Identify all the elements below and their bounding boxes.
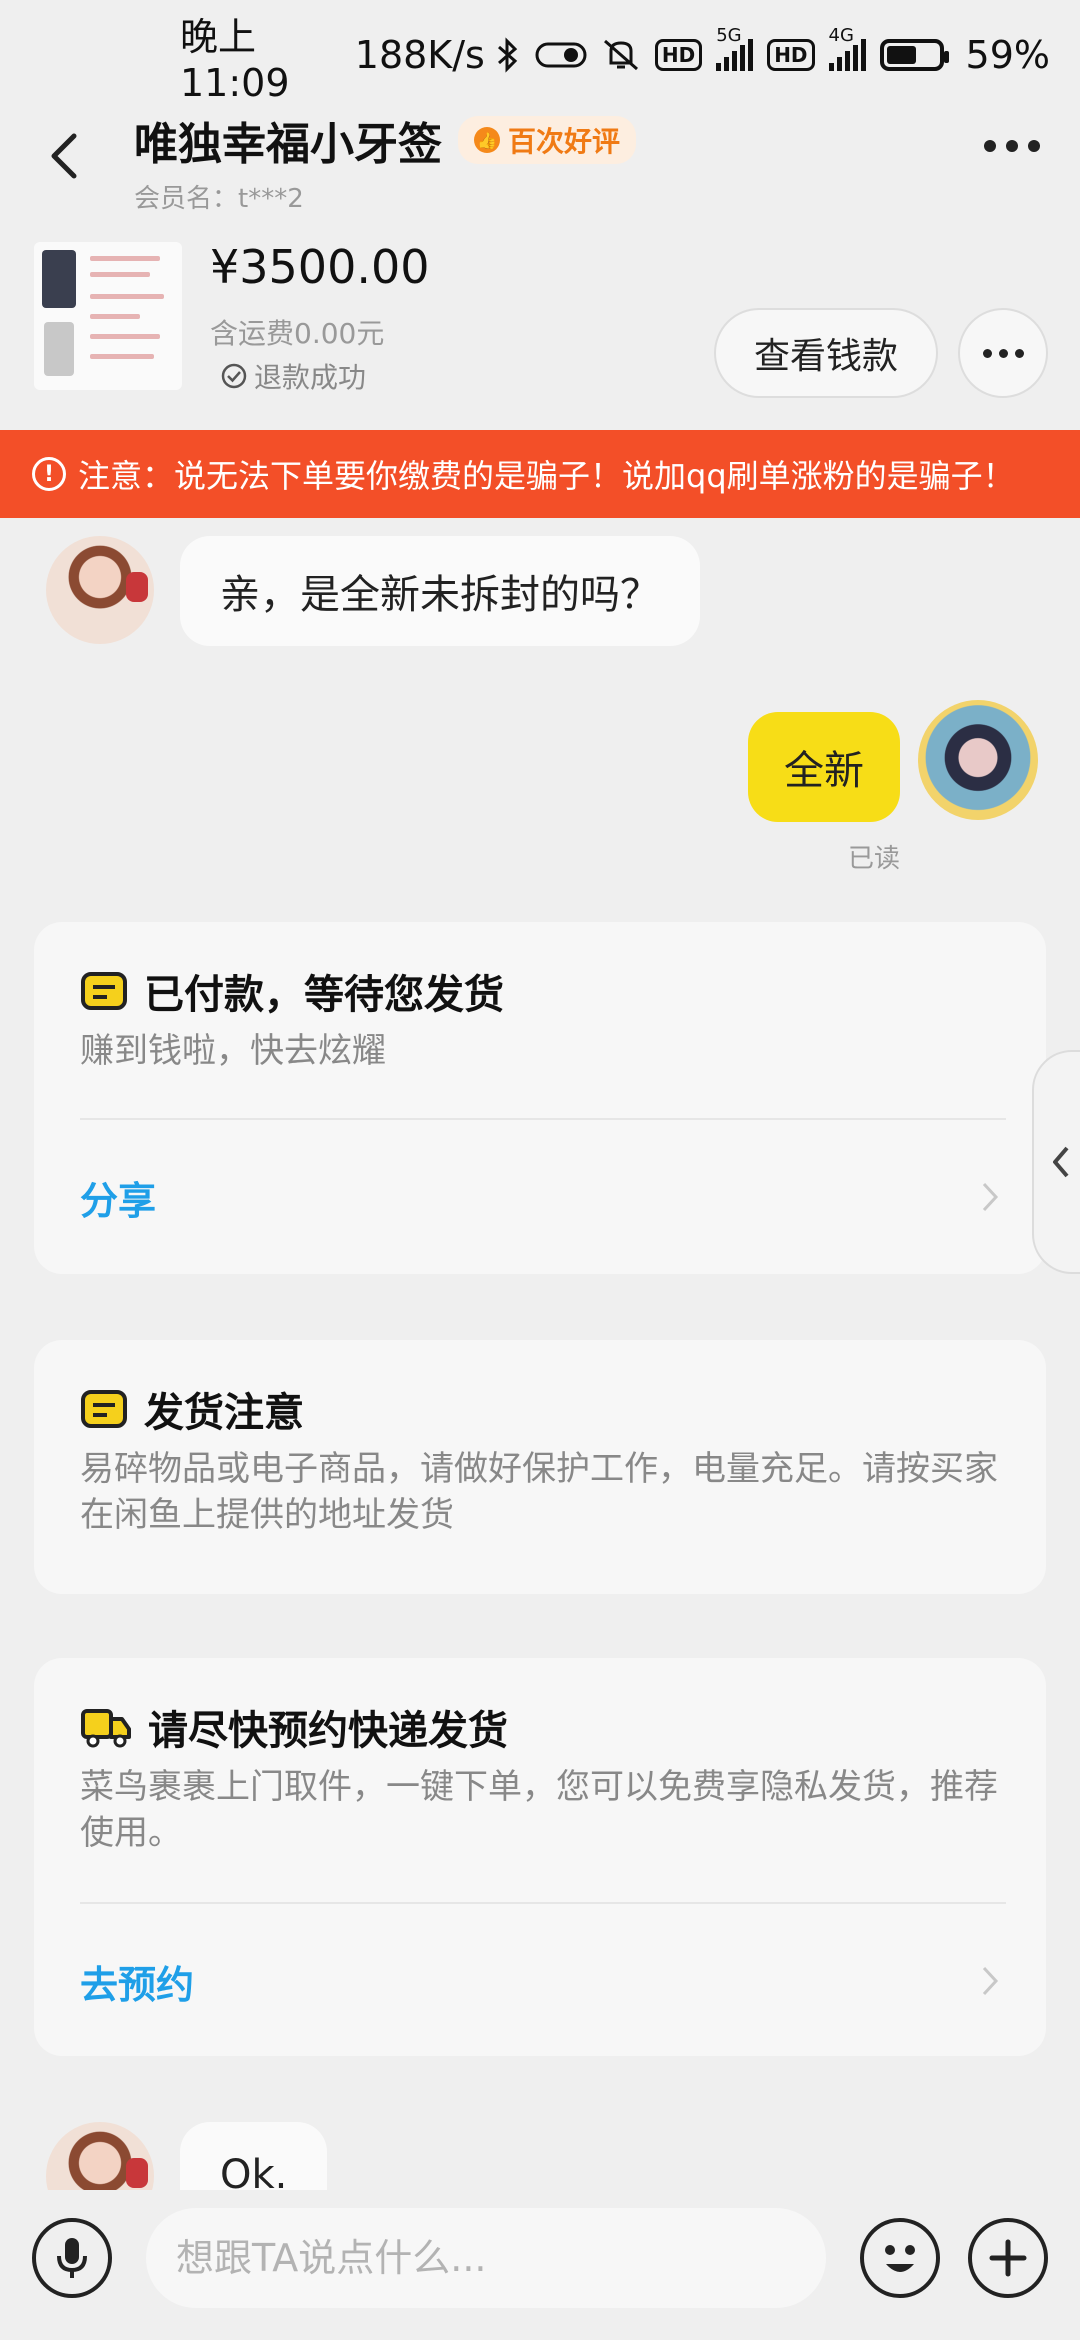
warning-text: 注意：说无法下单要你缴费的是骗子！说加qq刷单涨粉的是骗子！	[78, 457, 1015, 495]
toggle-icon	[535, 42, 587, 68]
card-book-courier: 请尽快预约快递发货 菜鸟裹裹上门取件，一键下单，您可以免费享隐私发货，推荐使用。…	[34, 1658, 1046, 2056]
card-title: 已付款，等待您发货	[144, 972, 504, 1018]
message-text: 亲，是全新未拆封的吗？	[220, 572, 660, 618]
dot-icon	[998, 348, 1008, 358]
fraud-warning-banner: ! 注意：说无法下单要你缴费的是骗子！说加qq刷单涨粉的是骗子！	[0, 430, 1080, 518]
card-desc: 易碎物品或电子商品，请做好保护工作，电量充足。请按买家在闲鱼上提供的地址发货	[80, 1449, 998, 1535]
plus-icon	[989, 2239, 1027, 2277]
refund-status-label: 退款成功	[254, 361, 367, 394]
card-desc: 菜鸟裹裹上门取件，一键下单，您可以免费享隐私发货，推荐使用。	[80, 1767, 998, 1853]
read-status: 已读	[848, 844, 901, 874]
message-text: 全新	[784, 748, 864, 794]
card-paid-awaiting-shipment: 已付款，等待您发货 赚到钱啦，快去炫耀 分享	[34, 922, 1046, 1274]
signal-4g-label: 4G	[828, 25, 854, 46]
avatar[interactable]	[46, 536, 154, 644]
status-net-speed: 188K/s	[354, 33, 485, 77]
microphone-icon	[57, 2238, 87, 2278]
truck-icon	[81, 1709, 131, 1748]
mute-icon	[603, 39, 638, 71]
chevron-left-icon	[51, 133, 77, 179]
refund-status: 退款成功	[220, 356, 366, 396]
status-icons: HD 5G HD 4G 59%	[495, 25, 1050, 77]
title-block: 唯独幸福小牙签 👍 百次好评 会员名：t***2	[134, 108, 637, 215]
message-bubble-received[interactable]: 亲，是全新未拆封的吗？	[180, 536, 700, 646]
back-button[interactable]	[36, 120, 96, 190]
dot-icon	[1014, 348, 1024, 358]
status-bar: 晚上11:09 188K/s HD 5G HD 4G 59%	[0, 0, 1080, 110]
box-icon	[81, 972, 127, 1010]
chat-header: 唯独幸福小牙签 👍 百次好评 会员名：t***2	[0, 100, 1080, 214]
card-title: 发货注意	[144, 1390, 304, 1436]
status-time: 晚上11:09	[180, 14, 290, 105]
product-more-button[interactable]	[958, 308, 1048, 398]
chevron-left-icon	[1053, 1146, 1069, 1178]
battery-fill	[886, 46, 917, 64]
warning-icon: !	[32, 457, 66, 491]
divider	[80, 1118, 1006, 1120]
emoji-button[interactable]	[860, 2218, 940, 2298]
dot-icon	[1006, 140, 1018, 152]
card-title: 请尽快预约快递发货	[148, 1708, 508, 1754]
my-avatar[interactable]	[918, 700, 1038, 820]
good-review-label: 百次好评	[508, 125, 621, 158]
message-input[interactable]	[146, 2208, 826, 2308]
dot-icon	[984, 140, 996, 152]
product-bar: ¥3500.00 含运费0.00元 退款成功 查看钱款	[0, 232, 1080, 422]
card-shipping-notice: 发货注意 易碎物品或电子商品，请做好保护工作，电量充足。请按买家在闲鱼上提供的地…	[34, 1340, 1046, 1594]
dot-icon	[1028, 140, 1040, 152]
chevron-right-icon[interactable]	[980, 1964, 1000, 1998]
thumb-up-icon: 👍	[474, 127, 500, 153]
shipping-fee: 含运费0.00元	[210, 317, 385, 350]
member-name: 会员名：t***2	[134, 184, 304, 214]
book-now-link[interactable]: 去预约	[80, 1954, 194, 2009]
card-desc: 赚到钱啦，快去炫耀	[80, 1031, 386, 1071]
product-price: ¥3500.00	[210, 240, 430, 294]
signal-5g-icon: 5G	[716, 25, 754, 71]
share-link[interactable]: 分享	[80, 1170, 156, 1225]
bluetooth-icon	[497, 37, 518, 73]
product-thumbnail[interactable]	[34, 242, 182, 390]
signal-4g-icon: 4G	[828, 25, 866, 71]
chat-screen: 晚上11:09 188K/s HD 5G HD 4G 59% 唯独幸福小牙签 👍…	[0, 0, 1080, 2340]
good-review-badge: 👍 百次好评	[458, 116, 637, 164]
signal-5g-label: 5G	[716, 25, 742, 46]
hd-badge-2: HD	[767, 39, 815, 71]
dot-icon	[982, 348, 992, 358]
voice-button[interactable]	[32, 2218, 112, 2298]
hd-badge-1: HD	[654, 39, 703, 71]
box-icon	[81, 1390, 127, 1428]
chevron-right-icon[interactable]	[980, 1180, 1000, 1214]
input-bar	[0, 2190, 1080, 2340]
more-actions-button[interactable]	[968, 2218, 1048, 2298]
smile-icon	[885, 2245, 915, 2272]
battery-percent: 59%	[965, 33, 1050, 77]
chat-title: 唯独幸福小牙签	[134, 119, 442, 170]
view-payment-button[interactable]: 查看钱款	[714, 308, 938, 398]
more-menu-button[interactable]	[984, 140, 1040, 152]
battery-icon	[879, 39, 949, 71]
check-circle-icon	[221, 363, 247, 389]
side-collapse-tab[interactable]	[1032, 1050, 1080, 1274]
message-bubble-sent[interactable]: 全新	[748, 712, 900, 822]
divider	[80, 1902, 1006, 1904]
